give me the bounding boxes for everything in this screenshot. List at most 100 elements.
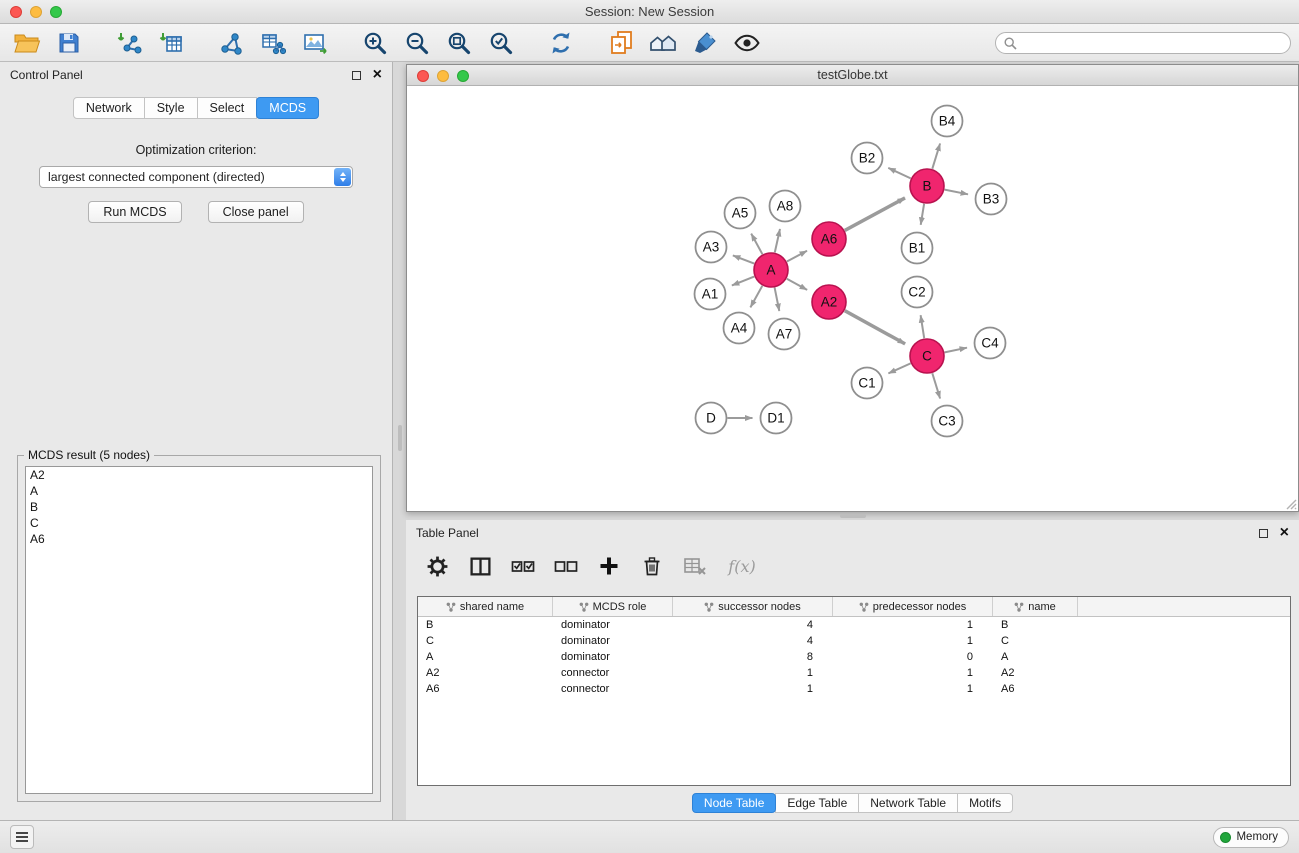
- first-neighbors-button[interactable]: [646, 28, 680, 58]
- mcds-result-item[interactable]: A: [26, 483, 372, 499]
- graph-node-B4[interactable]: B4: [932, 106, 963, 137]
- column-header-MCDS-role[interactable]: MCDS role: [553, 597, 673, 616]
- deselect-all-button[interactable]: [553, 553, 579, 579]
- gear-button[interactable]: [424, 553, 450, 579]
- graph-edge-C-C2[interactable]: [921, 315, 925, 338]
- resize-corner-icon[interactable]: [1284, 497, 1297, 510]
- mcds-result-item[interactable]: A6: [26, 531, 372, 547]
- graph-node-A5[interactable]: A5: [725, 198, 756, 229]
- apply-style-button[interactable]: [688, 28, 722, 58]
- graph-node-A6[interactable]: A6: [812, 222, 846, 256]
- vertical-splitter-handle[interactable]: [398, 425, 402, 451]
- fx-button[interactable]: f(x): [725, 553, 759, 579]
- graph-edge-C-C1[interactable]: [888, 363, 910, 373]
- show-hide-panels-button[interactable]: [10, 825, 34, 849]
- graph-node-D1[interactable]: D1: [761, 403, 792, 434]
- graph-edge-A-A7[interactable]: [775, 288, 780, 311]
- network-close-button[interactable]: [417, 70, 429, 82]
- graph-edge-A-A3[interactable]: [733, 255, 754, 263]
- share-network-button[interactable]: [214, 28, 248, 58]
- graph-edge-B-B4[interactable]: [932, 144, 940, 169]
- graph-edge-A-A4[interactable]: [750, 286, 762, 308]
- table-close-panel-icon[interactable]: ×: [1280, 528, 1289, 538]
- table-row[interactable]: Adominator80A: [418, 649, 1290, 665]
- import-network-button[interactable]: [112, 28, 146, 58]
- tab-mcds[interactable]: MCDS: [256, 97, 319, 119]
- zoom-fit-button[interactable]: [442, 28, 476, 58]
- tab-network-table[interactable]: Network Table: [858, 793, 958, 813]
- graph-edge-C-C4[interactable]: [945, 348, 967, 353]
- search-box[interactable]: [995, 32, 1291, 54]
- graph-node-A[interactable]: A: [754, 253, 788, 287]
- tab-motifs[interactable]: Motifs: [957, 793, 1013, 813]
- mcds-result-item[interactable]: C: [26, 515, 372, 531]
- duplicate-network-button[interactable]: [604, 28, 638, 58]
- show-hide-button[interactable]: [730, 28, 764, 58]
- graph-node-B[interactable]: B: [910, 169, 944, 203]
- table-row[interactable]: Cdominator41C: [418, 633, 1290, 649]
- table-row[interactable]: Bdominator41B: [418, 617, 1290, 633]
- graph-edge-C-C3[interactable]: [932, 373, 940, 398]
- refresh-button[interactable]: [544, 28, 578, 58]
- graph-node-A3[interactable]: A3: [696, 232, 727, 263]
- column-header-name[interactable]: name: [993, 597, 1078, 616]
- graph-node-C1[interactable]: C1: [852, 368, 883, 399]
- graph-node-B3[interactable]: B3: [976, 184, 1007, 215]
- select-all-button[interactable]: [510, 553, 536, 579]
- graph-node-A8[interactable]: A8: [770, 191, 801, 222]
- mcds-result-item[interactable]: A2: [26, 467, 372, 483]
- graph-node-C4[interactable]: C4: [975, 328, 1006, 359]
- mcds-result-list[interactable]: A2ABCA6: [25, 466, 373, 794]
- save-session-button[interactable]: [52, 28, 86, 58]
- graph-edge-A-A2[interactable]: [787, 279, 807, 290]
- graph-node-C[interactable]: C: [910, 339, 944, 373]
- graph-node-C2[interactable]: C2: [902, 277, 933, 308]
- add-column-button[interactable]: [596, 553, 622, 579]
- network-zoom-button[interactable]: [457, 70, 469, 82]
- optimization-criterion-select[interactable]: largest connected component (directed): [39, 166, 353, 188]
- memory-button[interactable]: Memory: [1213, 827, 1289, 848]
- tab-node-table[interactable]: Node Table: [692, 793, 777, 813]
- float-panel-icon[interactable]: [352, 71, 361, 80]
- open-file-button[interactable]: [10, 28, 44, 58]
- close-panel-icon[interactable]: ×: [373, 70, 382, 80]
- graph-node-A2[interactable]: A2: [812, 285, 846, 319]
- import-table-button[interactable]: [154, 28, 188, 58]
- graph-edge-A-A8[interactable]: [775, 229, 780, 252]
- graph-edge-B-B3[interactable]: [945, 190, 968, 195]
- tab-select[interactable]: Select: [197, 97, 258, 119]
- close-window-button[interactable]: [10, 6, 22, 18]
- graph-edge-A2-C[interactable]: [845, 311, 905, 344]
- graph-node-D[interactable]: D: [696, 403, 727, 434]
- run-mcds-button[interactable]: Run MCDS: [88, 201, 181, 223]
- minimize-window-button[interactable]: [30, 6, 42, 18]
- column-header-shared-name[interactable]: shared name: [418, 597, 553, 616]
- search-input[interactable]: [1022, 36, 1282, 50]
- horizontal-splitter-handle[interactable]: [840, 514, 866, 518]
- zoom-selected-button[interactable]: [484, 28, 518, 58]
- graph-edge-B-B1[interactable]: [921, 204, 924, 225]
- network-from-table-button[interactable]: [256, 28, 290, 58]
- graph-node-B1[interactable]: B1: [902, 233, 933, 264]
- graph-node-C3[interactable]: C3: [932, 406, 963, 437]
- table-row[interactable]: A6connector11A6: [418, 681, 1290, 697]
- zoom-in-button[interactable]: [358, 28, 392, 58]
- graph-node-A1[interactable]: A1: [695, 279, 726, 310]
- tab-edge-table[interactable]: Edge Table: [775, 793, 859, 813]
- table-float-panel-icon[interactable]: [1259, 529, 1268, 538]
- graph-node-A4[interactable]: A4: [724, 313, 755, 344]
- network-canvas[interactable]: B4B2BB3A8A5A6B1A3AC2A1A2A4A7CC4C1C3DD1: [407, 86, 1298, 511]
- zoom-window-button[interactable]: [50, 6, 62, 18]
- network-graph[interactable]: B4B2BB3A8A5A6B1A3AC2A1A2A4A7CC4C1C3DD1: [407, 86, 1298, 511]
- tab-style[interactable]: Style: [144, 97, 198, 119]
- delete-column-button[interactable]: [639, 553, 665, 579]
- export-image-button[interactable]: [298, 28, 332, 58]
- graph-node-A7[interactable]: A7: [769, 319, 800, 350]
- graph-edge-A-A1[interactable]: [732, 277, 754, 286]
- column-header-successor-nodes[interactable]: successor nodes: [673, 597, 833, 616]
- close-panel-button[interactable]: Close panel: [208, 201, 304, 223]
- graph-edge-B-B2[interactable]: [888, 168, 910, 179]
- network-minimize-button[interactable]: [437, 70, 449, 82]
- graph-edge-A6-B[interactable]: [845, 198, 905, 231]
- table-row[interactable]: A2connector11A2: [418, 665, 1290, 681]
